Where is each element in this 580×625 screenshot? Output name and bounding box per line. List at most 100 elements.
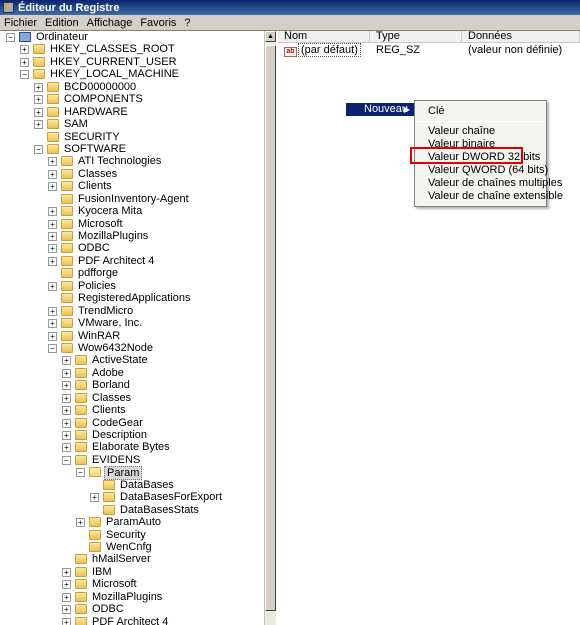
collapse-icon[interactable]: − — [62, 455, 71, 465]
expand-icon[interactable]: + — [62, 418, 71, 428]
expand-icon[interactable]: + — [48, 281, 57, 291]
tree-node[interactable]: + Clients — [0, 404, 264, 416]
expand-icon[interactable]: + — [48, 232, 57, 241]
menu-item-cle[interactable]: Clé — [428, 105, 445, 117]
tree-node[interactable]: + Classes — [0, 392, 264, 404]
tree-node[interactable]: + Description — [0, 429, 264, 441]
tree-node[interactable]: + HKEY_CLASSES_ROOT — [0, 43, 264, 55]
collapse-icon[interactable]: − — [20, 70, 29, 80]
collapse-icon[interactable]: − — [76, 468, 85, 478]
tree-node[interactable]: − Param — [0, 466, 264, 481]
tree-node[interactable]: + DataBasesForExport — [0, 491, 264, 503]
expand-icon[interactable]: + — [34, 107, 43, 117]
expand-icon[interactable]: + — [62, 356, 71, 366]
expand-icon[interactable]: + — [48, 256, 57, 266]
menu-item-valeur-qword[interactable]: Valeur QWORD (64 bits) — [428, 164, 548, 176]
tree-node[interactable]: + Adobe — [0, 367, 264, 379]
column-header-nom[interactable]: Nom — [278, 31, 370, 42]
tree-node[interactable]: + Microsoft — [0, 578, 264, 590]
expand-icon[interactable]: + — [20, 45, 29, 55]
menu-item-valeur-chaine[interactable]: Valeur chaîne — [428, 125, 495, 137]
tree-node[interactable]: Security — [0, 529, 264, 541]
tree-node[interactable]: + Policies — [0, 280, 264, 292]
tree-node[interactable]: + HARDWARE — [0, 106, 264, 118]
menu-edition[interactable]: Edition — [41, 17, 83, 29]
tree-node[interactable]: FusionInventory-Agent — [0, 193, 264, 205]
collapse-icon[interactable]: − — [48, 343, 57, 353]
tree-node[interactable]: + Borland — [0, 379, 264, 391]
tree-node[interactable]: + BCD00000000 — [0, 81, 264, 93]
expand-icon[interactable]: + — [62, 592, 71, 602]
menu-favoris[interactable]: Favoris — [136, 17, 180, 29]
expand-icon[interactable]: + — [62, 605, 71, 615]
expand-icon[interactable]: + — [48, 306, 57, 316]
expand-icon[interactable]: + — [62, 381, 71, 391]
tree-node[interactable]: WenCnfg — [0, 541, 264, 553]
column-header-type[interactable]: Type — [370, 31, 462, 42]
tree-node[interactable]: + VMware, Inc. — [0, 317, 264, 329]
tree-node[interactable]: + Elaborate Bytes — [0, 441, 264, 453]
expand-icon[interactable]: + — [62, 406, 71, 416]
tree-node[interactable]: + CodeGear — [0, 417, 264, 429]
expand-icon[interactable]: + — [48, 207, 57, 217]
tree-node[interactable]: hMailServer — [0, 553, 264, 565]
tree-node[interactable]: DataBasesStats — [0, 504, 264, 516]
tree-node[interactable]: − EVIDENS — [0, 454, 264, 466]
expand-icon[interactable]: + — [62, 617, 71, 625]
tree-node[interactable]: + ODBC — [0, 242, 264, 254]
tree-node[interactable]: + Classes — [0, 168, 264, 180]
expand-icon[interactable]: + — [48, 331, 57, 341]
expand-icon[interactable]: + — [34, 120, 43, 130]
tree-node[interactable]: + PDF Architect 4 — [0, 616, 264, 625]
tree-node[interactable]: + Kyocera Mita — [0, 205, 264, 217]
tree-node[interactable]: SECURITY — [0, 131, 264, 143]
tree-node[interactable]: + TrendMicro — [0, 305, 264, 317]
expand-icon[interactable]: + — [62, 580, 71, 590]
tree-node[interactable]: − SOFTWARE — [0, 143, 264, 155]
tree-node[interactable]: + Microsoft — [0, 218, 264, 230]
expand-icon[interactable]: + — [48, 169, 57, 179]
tree-node[interactable]: + ODBC — [0, 603, 264, 615]
tree-node[interactable]: RegisteredApplications — [0, 292, 264, 304]
tree-node[interactable]: + MozillaPlugins — [0, 591, 264, 603]
expand-icon[interactable]: + — [48, 182, 57, 192]
tree-node[interactable]: + HKEY_CURRENT_USER — [0, 56, 264, 68]
expand-icon[interactable]: + — [62, 567, 71, 577]
tree-node[interactable]: DataBases — [0, 479, 264, 491]
tree-node[interactable]: + ParamAuto — [0, 516, 264, 528]
tree-node[interactable]: + PDF Architect 4 — [0, 255, 264, 267]
tree-node[interactable]: + Clients — [0, 180, 264, 192]
list-item[interactable]: ab (par défaut) REG_SZ (valeur non défini… — [278, 43, 580, 57]
tree-node[interactable]: + ATI Technologies — [0, 155, 264, 167]
tree-node[interactable]: pdfforge — [0, 267, 264, 279]
expand-icon[interactable]: + — [90, 493, 99, 503]
expand-icon[interactable]: + — [62, 443, 71, 453]
tree-node[interactable]: − Wow6432Node — [0, 342, 264, 354]
expand-icon[interactable]: + — [34, 95, 43, 105]
expand-icon[interactable]: + — [20, 57, 29, 67]
expand-icon[interactable]: + — [48, 219, 57, 229]
expand-icon[interactable]: + — [76, 518, 85, 528]
collapse-icon[interactable]: − — [34, 144, 43, 154]
menu-help[interactable]: ? — [180, 17, 194, 29]
context-menu-nouveau[interactable]: Nouveau ▶ — [346, 103, 414, 116]
expand-icon[interactable]: + — [48, 244, 57, 254]
expand-icon[interactable]: + — [62, 368, 71, 378]
tree-node[interactable]: + IBM — [0, 566, 264, 578]
tree-node[interactable]: + SAM — [0, 118, 264, 130]
expand-icon[interactable]: + — [48, 319, 57, 329]
scroll-thumb[interactable] — [265, 45, 276, 611]
menu-item-valeur-chaines-multiples[interactable]: Valeur de chaînes multiples — [428, 177, 562, 189]
scroll-up-arrow-icon[interactable]: ▲ — [265, 31, 276, 42]
tree-scrollbar[interactable]: ▲ — [264, 31, 276, 625]
expand-icon[interactable]: + — [62, 393, 71, 403]
expand-icon[interactable]: + — [62, 431, 71, 440]
column-header-donnees[interactable]: Données — [462, 31, 580, 42]
menu-item-valeur-chaine-extensible[interactable]: Valeur de chaîne extensible — [428, 190, 563, 202]
tree-node[interactable]: − HKEY_LOCAL_MACHINE — [0, 68, 264, 80]
collapse-icon[interactable]: − — [6, 33, 15, 42]
expand-icon[interactable]: + — [48, 157, 57, 167]
tree-node[interactable]: + WinRAR — [0, 330, 264, 342]
tree-node[interactable]: + MozillaPlugins — [0, 230, 264, 242]
tree-node[interactable]: − Ordinateur — [0, 31, 264, 43]
